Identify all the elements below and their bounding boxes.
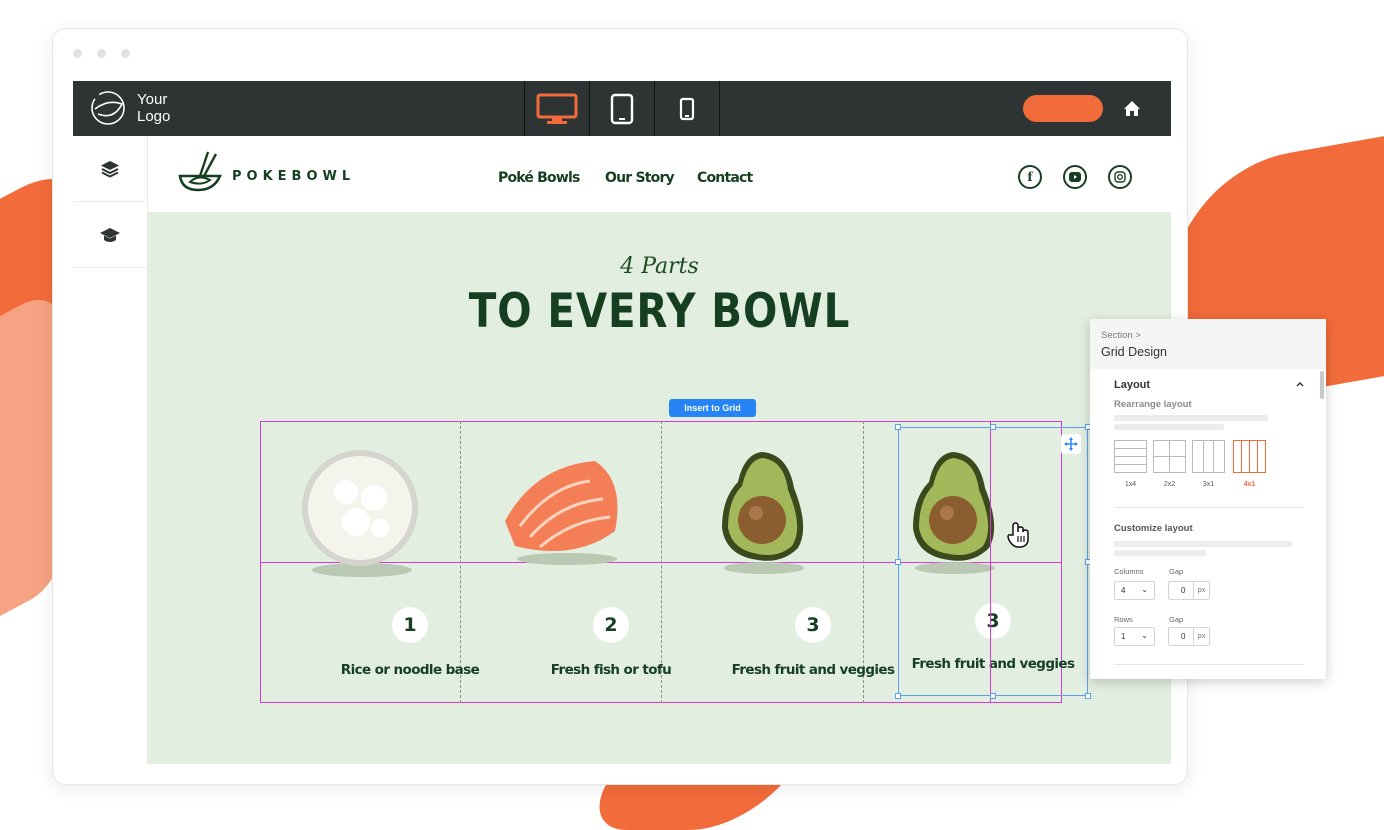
resize-handle[interactable] — [895, 559, 901, 565]
placeholder-line — [1114, 424, 1224, 430]
columns-value: 4 — [1121, 586, 1126, 595]
insert-to-grid-button[interactable]: Insert to Grid — [669, 399, 756, 417]
row-gap-input[interactable]: 0 px — [1168, 627, 1210, 646]
resize-handle[interactable] — [895, 424, 901, 430]
chevron-down-icon: ⌄ — [1141, 631, 1148, 640]
brand-name: POKEBOWL — [232, 169, 356, 184]
step-caption: Fresh fruit and veggies — [731, 662, 895, 678]
step-number: 2 — [593, 607, 629, 643]
column-gap-value: 0 — [1181, 586, 1186, 595]
columns-select[interactable]: 4 ⌄ — [1114, 581, 1155, 600]
layout-option-label: 1x4 — [1124, 481, 1137, 488]
rearrange-label: Rearrange layout — [1114, 399, 1192, 410]
selection-guide — [990, 421, 991, 703]
step-caption: Fresh fish or tofu — [550, 662, 672, 678]
layout-option-1x4[interactable] — [1114, 440, 1147, 473]
grid-column-guide — [661, 421, 662, 703]
grid-design-panel: Section > Grid Design Layout Rearrange l… — [1090, 319, 1326, 679]
left-tool-rail — [73, 136, 148, 764]
grid-column-guide — [460, 421, 461, 703]
editor-toolbar: Your Logo — [73, 81, 1171, 136]
device-switcher — [524, 81, 720, 136]
site-canvas: POKEBOWL Poké Bowls Our Story Contact f … — [148, 136, 1171, 764]
window-dot — [121, 49, 130, 58]
step-caption: Rice or noodle base — [340, 662, 480, 678]
nav-link-contact[interactable]: Contact — [697, 170, 753, 186]
pokebowl-logo-icon — [178, 151, 222, 192]
step-number: 1 — [392, 607, 428, 643]
gap-label: Gap — [1169, 567, 1184, 576]
resize-handle[interactable] — [990, 693, 996, 699]
rows-label: Rows — [1114, 615, 1133, 624]
salmon-slices-image — [505, 461, 618, 565]
layers-button[interactable] — [73, 136, 147, 202]
graduation-cap-icon — [100, 227, 120, 242]
rows-select[interactable]: 1 ⌄ — [1114, 627, 1155, 646]
facebook-icon[interactable]: f — [1018, 165, 1042, 189]
layout-option-label: 3x1 — [1202, 481, 1215, 488]
chevron-down-icon: ⌄ — [1141, 585, 1148, 594]
layout-option-2x2[interactable] — [1153, 440, 1186, 473]
resize-handle[interactable] — [895, 693, 901, 699]
placeholder-line — [1114, 550, 1206, 556]
column-gap-input[interactable]: 0 px — [1168, 581, 1210, 600]
layout-option-4x1[interactable] — [1233, 440, 1266, 473]
chevron-up-icon[interactable] — [1296, 381, 1304, 387]
step-number: 3 — [795, 607, 831, 643]
learn-button[interactable] — [73, 202, 147, 268]
grid-column-guide — [863, 421, 864, 703]
nav-link-poke-bowls[interactable]: Poké Bowls — [498, 170, 580, 186]
layout-option-label: 2x2 — [1163, 481, 1176, 488]
resize-handle[interactable] — [1085, 693, 1091, 699]
avocado-half-image — [722, 452, 804, 574]
decorative-blob-left-light — [0, 284, 60, 616]
gap-label: Gap — [1169, 615, 1184, 624]
home-icon[interactable] — [1119, 96, 1145, 122]
layout-option-label: 4x1 — [1243, 481, 1256, 488]
section-subtitle: 4 Parts — [620, 254, 699, 279]
gap-unit: px — [1193, 628, 1209, 645]
window-dot — [97, 49, 106, 58]
nav-link-our-story[interactable]: Our Story — [605, 170, 675, 186]
desktop-icon — [536, 93, 578, 124]
selected-cell-frame[interactable] — [898, 427, 1088, 696]
rows-value: 1 — [1121, 632, 1126, 641]
move-handle-icon[interactable] — [1061, 434, 1081, 454]
panel-divider — [1114, 507, 1304, 508]
panel-breadcrumb[interactable]: Section > — [1101, 330, 1141, 341]
tablet-view-button[interactable] — [590, 81, 655, 136]
site-header: POKEBOWL Poké Bowls Our Story Contact f — [148, 136, 1171, 212]
hand-cursor-icon — [1007, 522, 1029, 548]
browser-window: Your Logo POKEBOWL Poké Bowls Our Story … — [52, 28, 1188, 785]
layers-icon — [101, 160, 119, 178]
youtube-icon[interactable] — [1063, 165, 1087, 189]
panel-title: Grid Design — [1101, 345, 1167, 359]
instagram-icon[interactable] — [1108, 165, 1132, 189]
panel-scrollbar[interactable] — [1320, 371, 1324, 399]
columns-label: Columns — [1114, 567, 1144, 576]
mobile-view-button[interactable] — [655, 81, 720, 136]
logo-text: Your Logo — [137, 91, 171, 125]
placeholder-line — [1114, 415, 1268, 421]
placeholder-line — [1114, 541, 1292, 547]
layout-option-3x1[interactable] — [1192, 440, 1225, 473]
rice-bowl-image — [302, 450, 418, 577]
row-gap-value: 0 — [1181, 632, 1186, 641]
resize-handle[interactable] — [990, 424, 996, 430]
publish-button[interactable] — [1023, 95, 1103, 122]
tablet-icon — [610, 93, 634, 124]
section-title: TO EVERY BOWL — [468, 284, 851, 339]
gap-unit: px — [1193, 582, 1209, 599]
mobile-icon — [679, 97, 695, 120]
panel-divider — [1114, 664, 1304, 665]
panel-header: Section > Grid Design — [1090, 319, 1326, 369]
desktop-view-button[interactable] — [525, 81, 590, 136]
layout-heading[interactable]: Layout — [1114, 379, 1150, 391]
logo-icon — [91, 91, 125, 125]
window-dot — [73, 49, 82, 58]
customize-label: Customize layout — [1114, 523, 1193, 534]
